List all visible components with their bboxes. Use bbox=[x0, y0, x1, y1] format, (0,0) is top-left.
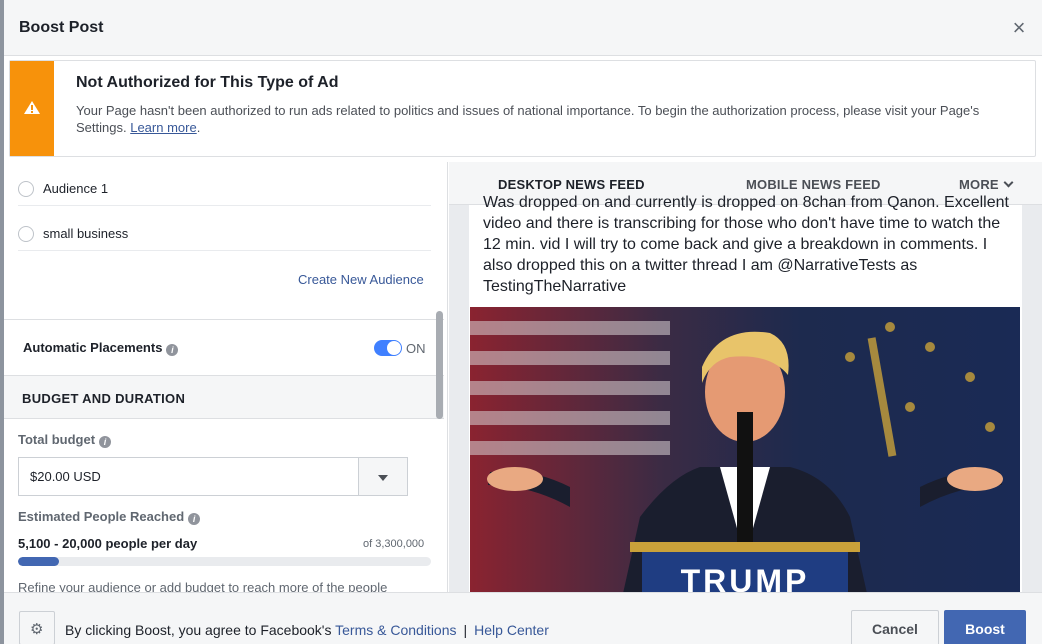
boost-button[interactable]: Boost bbox=[944, 610, 1026, 644]
settings-scrollbar[interactable] bbox=[436, 311, 443, 419]
budget-input[interactable] bbox=[18, 457, 359, 496]
budget-dropdown-button[interactable] bbox=[358, 457, 408, 496]
automatic-placements-label: Automatic Placements i bbox=[23, 340, 179, 356]
post-photo: TRUMP bbox=[470, 307, 1020, 592]
reach-progress-fill bbox=[18, 557, 60, 566]
reach-range: 5,100 - 20,000 people per day bbox=[18, 536, 198, 551]
close-icon[interactable]: × bbox=[1008, 14, 1030, 42]
dialog-footer: ⚙ By clicking Boost, you agree to Facebo… bbox=[4, 592, 1042, 644]
learn-more-link[interactable]: Learn more bbox=[130, 120, 196, 135]
placements-toggle[interactable] bbox=[374, 340, 402, 356]
audience-radio[interactable] bbox=[18, 181, 34, 197]
settings-panel: Audience 1 small business Create New Aud… bbox=[4, 162, 448, 592]
terms-notice: By clicking Boost, you agree to Facebook… bbox=[65, 622, 549, 638]
chevron-down-icon bbox=[1003, 177, 1014, 188]
warning-title: Not Authorized for This Type of Ad bbox=[76, 74, 339, 91]
estimated-reach-label: Estimated People Reached i bbox=[18, 509, 201, 525]
post-preview: Was dropped on and currently is dropped … bbox=[469, 194, 1022, 592]
info-icon[interactable]: i bbox=[166, 344, 179, 356]
cancel-button[interactable]: Cancel bbox=[851, 610, 939, 644]
dialog-title: Boost Post bbox=[19, 19, 104, 36]
info-icon[interactable]: i bbox=[188, 513, 201, 525]
gear-icon: ⚙ bbox=[30, 621, 44, 638]
tab-desktop-news-feed[interactable]: DESKTOP NEWS FEED bbox=[498, 177, 645, 192]
tab-mobile-news-feed[interactable]: MOBILE NEWS FEED bbox=[746, 177, 881, 192]
post-text: Was dropped on and currently is dropped … bbox=[483, 194, 1009, 295]
settings-button[interactable]: ⚙ bbox=[19, 611, 55, 644]
boost-post-dialog: Boost Post × Not Authorized for This Typ… bbox=[0, 0, 1042, 644]
audience-radio[interactable] bbox=[18, 226, 34, 242]
help-center-link[interactable]: Help Center bbox=[474, 622, 549, 638]
refine-hint: Refine your audience or add budget to re… bbox=[18, 580, 388, 592]
budget-section-header: BUDGET AND DURATION bbox=[4, 375, 444, 419]
tab-more[interactable]: MORE bbox=[959, 177, 1014, 192]
post-image: TRUMP bbox=[470, 307, 1020, 592]
reach-progress-bar bbox=[18, 557, 431, 566]
warning-body: Your Page hasn't been authorized to run … bbox=[76, 103, 980, 135]
preview-panel: DESKTOP NEWS FEED MOBILE NEWS FEED MORE … bbox=[449, 162, 1042, 592]
authorization-warning: Not Authorized for This Type of Ad Your … bbox=[9, 60, 1036, 157]
audience-label: small business bbox=[43, 226, 129, 241]
warning-bar bbox=[10, 61, 54, 156]
info-icon[interactable]: i bbox=[99, 436, 112, 448]
toggle-state: ON bbox=[406, 341, 426, 356]
podium-sign-text: TRUMP bbox=[681, 563, 810, 592]
terms-conditions-link[interactable]: Terms & Conditions bbox=[335, 622, 456, 638]
caret-down-icon bbox=[378, 475, 388, 481]
audience-label: Audience 1 bbox=[43, 181, 109, 196]
audience-option[interactable]: Audience 1 bbox=[18, 162, 431, 206]
dialog-header: Boost Post × bbox=[4, 0, 1042, 56]
reach-total: of 3,300,000 bbox=[363, 538, 425, 550]
total-budget-label: Total budget i bbox=[18, 432, 112, 448]
create-new-audience-link[interactable]: Create New Audience bbox=[298, 272, 424, 287]
audience-option[interactable]: small business bbox=[18, 207, 431, 251]
